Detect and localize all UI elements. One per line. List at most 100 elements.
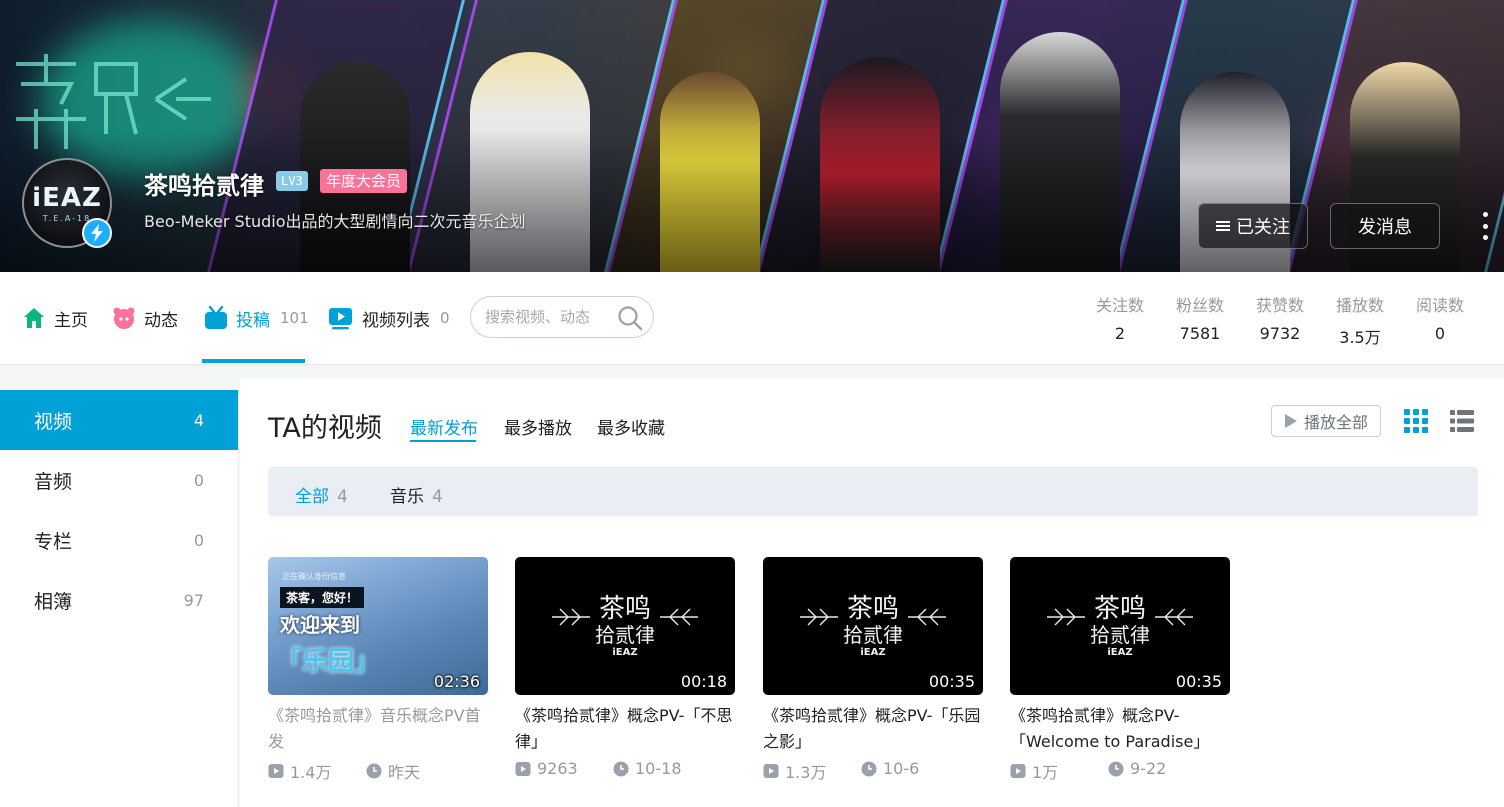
sidebar-item-label: 专栏 <box>34 530 73 553</box>
play-count-value: 9263 <box>537 759 578 778</box>
followed-button-label: 已关注 <box>1236 217 1290 238</box>
sidebar-item-count: 0 <box>193 530 204 550</box>
publish-date: 9-22 <box>1108 759 1166 778</box>
sidebar-item-count: 97 <box>183 590 204 610</box>
filter-count: 4 <box>432 487 443 507</box>
avatar-logo-text: iEAZ <box>32 183 102 213</box>
publish-date: 10-6 <box>861 759 919 778</box>
sidebar-item-label: 视频 <box>34 410 73 433</box>
search-icon[interactable] <box>617 305 643 331</box>
video-card[interactable]: 茶鸣 拾贰律 iEAZ 00:35 《茶鸣拾贰律》概念PV-「乐园之影」 1.3… <box>763 557 983 783</box>
active-tab-indicator <box>202 359 305 363</box>
stat-value: 9732 <box>1259 324 1301 343</box>
avatar-logo-subtext: T.E.A-18 <box>42 214 92 223</box>
send-message-button[interactable]: 发消息 <box>1330 203 1440 249</box>
video-title[interactable]: 《茶鸣拾贰律》概念PV-「不思律」 <box>515 703 735 755</box>
publish-date-value: 10-18 <box>635 759 682 778</box>
search-input[interactable] <box>485 308 613 326</box>
stat-plays: 播放数 3.5万 <box>1325 292 1395 348</box>
video-meta: 1万 9-22 <box>1010 759 1230 783</box>
nav-uploads-label: 投稿 <box>236 310 270 331</box>
nav-home-label: 主页 <box>54 310 88 331</box>
video-title[interactable]: 《茶鸣拾贰律》音乐概念PV首发 <box>268 703 488 755</box>
banner-shade <box>0 130 1504 272</box>
video-title[interactable]: 《茶鸣拾贰律》概念PV-「Welcome to Paradise」 <box>1010 703 1230 755</box>
thumb-greeting: 茶客，您好！ <box>280 587 365 608</box>
stat-likes: 获赞数 9732 <box>1245 292 1315 343</box>
clock-icon <box>613 761 629 776</box>
play-count: 1.3万 <box>763 759 826 783</box>
filter-all[interactable]: 全部 4 <box>295 482 348 507</box>
vip-badge[interactable]: 年度大会员 <box>320 169 408 193</box>
sidebar-item-label: 音频 <box>34 470 73 493</box>
publish-date: 10-18 <box>613 759 682 778</box>
sidebar-item-articles[interactable]: 专栏 0 <box>0 510 238 570</box>
nav-uploads-count: 101 <box>280 309 309 327</box>
dynamic-icon <box>113 307 135 329</box>
sort-tab-most-favorited[interactable]: 最多收藏 <box>597 414 665 439</box>
space-search-box[interactable] <box>470 296 654 338</box>
filter-label: 全部 <box>295 487 329 507</box>
video-thumbnail[interactable]: 茶鸣 拾贰律 iEAZ 00:35 <box>763 557 983 695</box>
video-thumbnail[interactable]: 茶鸣 拾贰律 iEAZ 00:35 <box>1010 557 1230 695</box>
video-card[interactable]: 茶鸣 拾贰律 iEAZ 00:35 《茶鸣拾贰律》概念PV-「Welcome t… <box>1010 557 1230 783</box>
more-options-icon[interactable] <box>1478 212 1492 240</box>
sidebar-item-audio[interactable]: 音频 0 <box>0 450 238 510</box>
nav-dynamic-label: 动态 <box>144 310 178 331</box>
sidebar-item-albums[interactable]: 相簿 97 <box>0 570 238 630</box>
banner-logo-graphic <box>16 54 211 149</box>
followed-button[interactable]: 已关注 <box>1198 203 1308 249</box>
logo-text-top: 茶鸣 <box>1093 593 1146 624</box>
play-icon <box>1284 414 1297 428</box>
logo-text-mid: 拾贰律 <box>1090 622 1150 647</box>
video-meta: 1.4万 昨天 <box>268 759 488 783</box>
verified-lightning-icon <box>82 218 112 248</box>
stat-following[interactable]: 关注数 2 <box>1085 292 1155 343</box>
nav-video-lists-count: 0 <box>440 309 450 327</box>
filter-label: 音乐 <box>390 487 424 507</box>
clock-icon <box>366 763 382 779</box>
sort-tab-indicator <box>410 440 476 442</box>
logo-text-top: 茶鸣 <box>846 593 899 624</box>
video-duration: 00:35 <box>928 672 975 691</box>
sort-tab-most-played[interactable]: 最多播放 <box>504 414 572 439</box>
playlist-icon <box>329 308 352 330</box>
home-icon <box>24 308 44 328</box>
video-title[interactable]: 《茶鸣拾贰律》概念PV-「乐园之影」 <box>763 703 983 755</box>
stat-value: 3.5万 <box>1339 328 1381 347</box>
play-count-icon <box>763 764 779 778</box>
stat-followers[interactable]: 粉丝数 7581 <box>1165 292 1235 343</box>
play-all-button[interactable]: 播放全部 <box>1271 405 1381 437</box>
publish-date-value: 昨天 <box>388 763 421 782</box>
video-meta: 1.3万 10-6 <box>763 759 983 783</box>
list-view-icon[interactable] <box>1450 409 1474 433</box>
thumb-welcome: 欢迎来到 <box>280 613 360 637</box>
stat-reads: 阅读数 0 <box>1405 292 1475 343</box>
video-duration: 00:18 <box>680 672 727 691</box>
publish-date: 昨天 <box>366 759 420 783</box>
sidebar-item-video[interactable]: 视频 4 <box>0 390 238 450</box>
grid-view-icon[interactable] <box>1404 409 1428 433</box>
play-count-icon <box>268 764 284 778</box>
video-thumbnail[interactable]: 正在确认身份信息 茶客，您好！ 欢迎来到 「乐园」 02:36 <box>268 557 488 695</box>
sort-tab-latest[interactable]: 最新发布 <box>410 414 478 439</box>
play-count: 1万 <box>1010 759 1058 783</box>
nav-home[interactable]: 主页 <box>22 272 88 364</box>
logo-text-bottom: iEAZ <box>1107 646 1133 658</box>
nav-dynamic[interactable]: 动态 <box>112 272 178 364</box>
sidebar-item-count: 4 <box>193 410 204 430</box>
video-thumbnail[interactable]: 茶鸣 拾贰律 iEAZ 00:18 <box>515 557 735 695</box>
publish-date-value: 9-22 <box>1130 759 1167 778</box>
profile-banner: iEAZ T.E.A-18 茶鸣拾贰律 LV3 年度大会员 Beo-Meker … <box>0 0 1504 272</box>
level-badge[interactable]: LV3 <box>276 171 308 191</box>
stat-label: 获赞数 <box>1255 296 1304 315</box>
filter-music[interactable]: 音乐 4 <box>390 482 443 507</box>
video-card[interactable]: 茶鸣 拾贰律 iEAZ 00:18 《茶鸣拾贰律》概念PV-「不思律」 9263… <box>515 557 735 781</box>
video-card[interactable]: 正在确认身份信息 茶客，您好！ 欢迎来到 「乐园」 02:36 《茶鸣拾贰律》音… <box>268 557 488 783</box>
username: 茶鸣拾贰律 <box>144 172 264 200</box>
play-count-icon <box>1010 764 1026 778</box>
nav-uploads[interactable]: 投稿 101 <box>204 272 309 364</box>
logo-text-mid: 拾贰律 <box>595 622 655 647</box>
stat-label: 阅读数 <box>1415 296 1464 315</box>
nav-video-lists[interactable]: 视频列表 0 <box>328 272 450 364</box>
